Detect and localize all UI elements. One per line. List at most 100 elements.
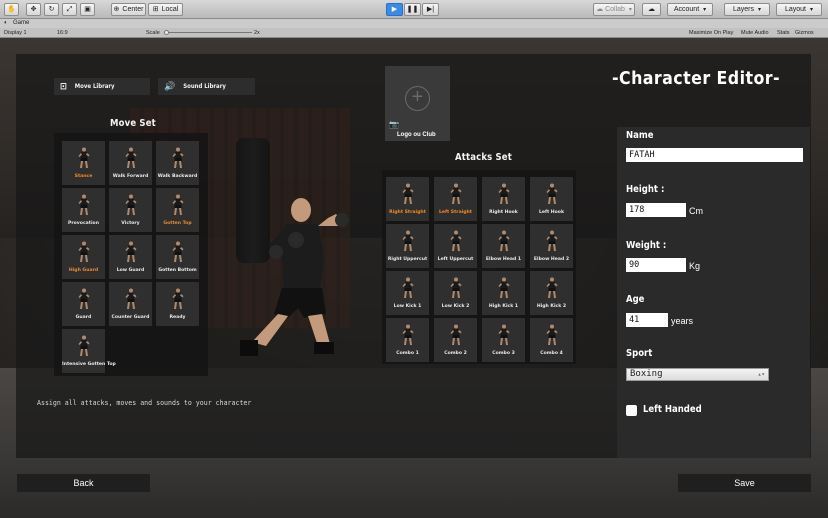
attack-slot[interactable]: Left Hook <box>530 177 573 221</box>
game-tab-bar: ◐ Game <box>0 19 828 28</box>
rect-tool-icon[interactable]: ▣ <box>80 3 95 16</box>
attack-slot[interactable]: High Kick 1 <box>482 271 525 315</box>
move-slot[interactable]: Stance <box>62 141 105 185</box>
height-field[interactable]: 178 <box>626 203 686 217</box>
attack-slot[interactable]: Left Uppercut <box>434 224 477 268</box>
scale-slider-track[interactable] <box>164 32 252 33</box>
attack-slot[interactable]: Combo 3 <box>482 318 525 362</box>
move-slot[interactable]: Counter Guard <box>109 282 152 326</box>
move-slot[interactable]: Guard <box>62 282 105 326</box>
collab-dropdown[interactable]: ☁ Collab <box>593 3 635 16</box>
attack-slot[interactable]: Right Hook <box>482 177 525 221</box>
maximize-on-play-toggle[interactable]: Maximize On Play <box>689 30 733 36</box>
pivot-center-toggle[interactable]: ⊕ Center <box>111 3 146 16</box>
attack-slot[interactable]: Low Kick 1 <box>386 271 429 315</box>
hand-tool-icon[interactable]: ✋ <box>4 3 19 16</box>
play-button[interactable]: ▶ <box>386 3 403 16</box>
move-slot-label: Intensive Gotten Top <box>62 362 116 367</box>
attacks-set-title: Attacks Set <box>455 152 512 163</box>
age-field[interactable]: 41 <box>626 313 668 327</box>
attack-slot[interactable]: Right Uppercut <box>386 224 429 268</box>
name-label: Name <box>626 130 654 141</box>
move-slot[interactable]: Walk Forward <box>109 141 152 185</box>
display-dropdown[interactable]: Display 1 <box>4 30 27 36</box>
attack-slot-label: Left Straight <box>438 210 473 215</box>
attack-slot-label: Right Uppercut <box>387 257 428 262</box>
game-tab[interactable]: Game <box>13 20 29 26</box>
fighter-pose-thumbnail <box>498 230 510 251</box>
pivot-local-toggle[interactable]: ⊞ Local <box>148 3 183 16</box>
move-slot[interactable]: Victory <box>109 188 152 232</box>
move-slot[interactable]: Ready <box>156 282 199 326</box>
cloud-icon: ☁ <box>596 6 604 13</box>
logo-label: Logo ou Club <box>397 132 436 138</box>
sport-dropdown[interactable]: Boxing ▴▾ <box>626 368 769 381</box>
club-logo-upload[interactable]: + 📷 Logo ou Club <box>385 66 450 141</box>
scale-tool-icon[interactable]: ⤢ <box>62 3 77 16</box>
stats-toggle[interactable]: Stats <box>777 30 790 36</box>
fighter-pose-thumbnail <box>172 147 184 168</box>
add-icon: + <box>405 86 430 111</box>
layout-dropdown[interactable]: Layout <box>776 3 822 16</box>
fighter-pose-thumbnail <box>402 183 414 204</box>
move-slot[interactable]: Gotten Top <box>156 188 199 232</box>
camera-icon: 📷 <box>389 120 399 129</box>
height-unit: Cm <box>689 206 703 216</box>
attack-slot[interactable]: Left Straight <box>434 177 477 221</box>
scale-label: Scale <box>146 30 160 36</box>
attack-slot[interactable]: Elbow Head 1 <box>482 224 525 268</box>
move-slot-label: High Guard <box>68 268 99 273</box>
attack-slot-label: High Kick 1 <box>488 304 519 309</box>
sound-library-button[interactable]: 🔊 Sound Library <box>158 78 255 95</box>
attack-slot[interactable]: Combo 4 <box>530 318 573 362</box>
pause-button[interactable]: ❚❚ <box>404 3 421 16</box>
move-tool-icon[interactable]: ✥ <box>26 3 41 16</box>
cloud-services-button[interactable]: ☁ <box>642 3 661 16</box>
mute-audio-toggle[interactable]: Mute Audio <box>741 30 769 36</box>
scale-slider-thumb[interactable] <box>164 30 169 35</box>
weight-field[interactable]: 90 <box>626 258 686 272</box>
left-handed-checkbox[interactable] <box>626 405 637 416</box>
step-button[interactable]: ▶| <box>422 3 439 16</box>
attack-slot[interactable]: Combo 1 <box>386 318 429 362</box>
attack-slot-label: Elbow Head 2 <box>533 257 570 262</box>
move-slot[interactable]: Intensive Gotten Top <box>62 329 116 373</box>
page-title: -Character Editor- <box>612 68 781 89</box>
fighter-pose-thumbnail <box>125 194 137 215</box>
move-library-button[interactable]: ⊡ Move Library <box>54 78 150 95</box>
fighter-pose-thumbnail <box>450 277 462 298</box>
attack-slot-label: Combo 4 <box>540 351 563 356</box>
fighter-pose-thumbnail <box>546 324 558 345</box>
move-slot[interactable]: Provocation <box>62 188 105 232</box>
scale-value: 2x <box>254 30 260 36</box>
rotate-tool-icon[interactable]: ↻ <box>44 3 59 16</box>
gizmos-dropdown[interactable]: Gizmos <box>795 30 814 36</box>
step-icon: ▶| <box>426 6 435 13</box>
back-button[interactable]: Back <box>17 474 150 492</box>
attack-slot[interactable]: High Kick 2 <box>530 271 573 315</box>
save-button[interactable]: Save <box>678 474 811 492</box>
move-slot[interactable]: High Guard <box>62 235 105 279</box>
attack-slot[interactable]: Low Kick 2 <box>434 271 477 315</box>
sport-label: Sport <box>626 348 653 359</box>
layers-dropdown[interactable]: Layers <box>724 3 770 16</box>
move-slot-label: Stance <box>74 174 93 179</box>
move-slot[interactable]: Walk Backward <box>156 141 199 185</box>
attack-slot[interactable]: Combo 2 <box>434 318 477 362</box>
name-field[interactable]: FATAH <box>626 148 803 162</box>
account-dropdown[interactable]: Account <box>667 3 713 16</box>
move-slot[interactable]: Gotten Bottom <box>156 235 199 279</box>
aspect-dropdown[interactable]: 16:9 <box>57 30 68 36</box>
weight-unit: Kg <box>689 261 701 271</box>
move-slot[interactable]: Low Guard <box>109 235 152 279</box>
fighter-pose-thumbnail <box>498 324 510 345</box>
attack-slot[interactable]: Right Straight <box>386 177 429 221</box>
fighter-pose-thumbnail <box>450 183 462 204</box>
move-set-title: Move Set <box>110 118 156 129</box>
local-icon: ⊞ <box>152 6 159 13</box>
editor-toolbar: ✋ ✥ ↻ ⤢ ▣ ⊕ Center ⊞ Local ▶ ❚❚ ▶| ☁ Collab… <box>0 0 828 19</box>
move-slot-label: Provocation <box>68 221 99 226</box>
play-icon: ▶ <box>391 6 398 13</box>
attack-slot[interactable]: Elbow Head 2 <box>530 224 573 268</box>
attack-slot-label: Combo 3 <box>492 351 515 356</box>
